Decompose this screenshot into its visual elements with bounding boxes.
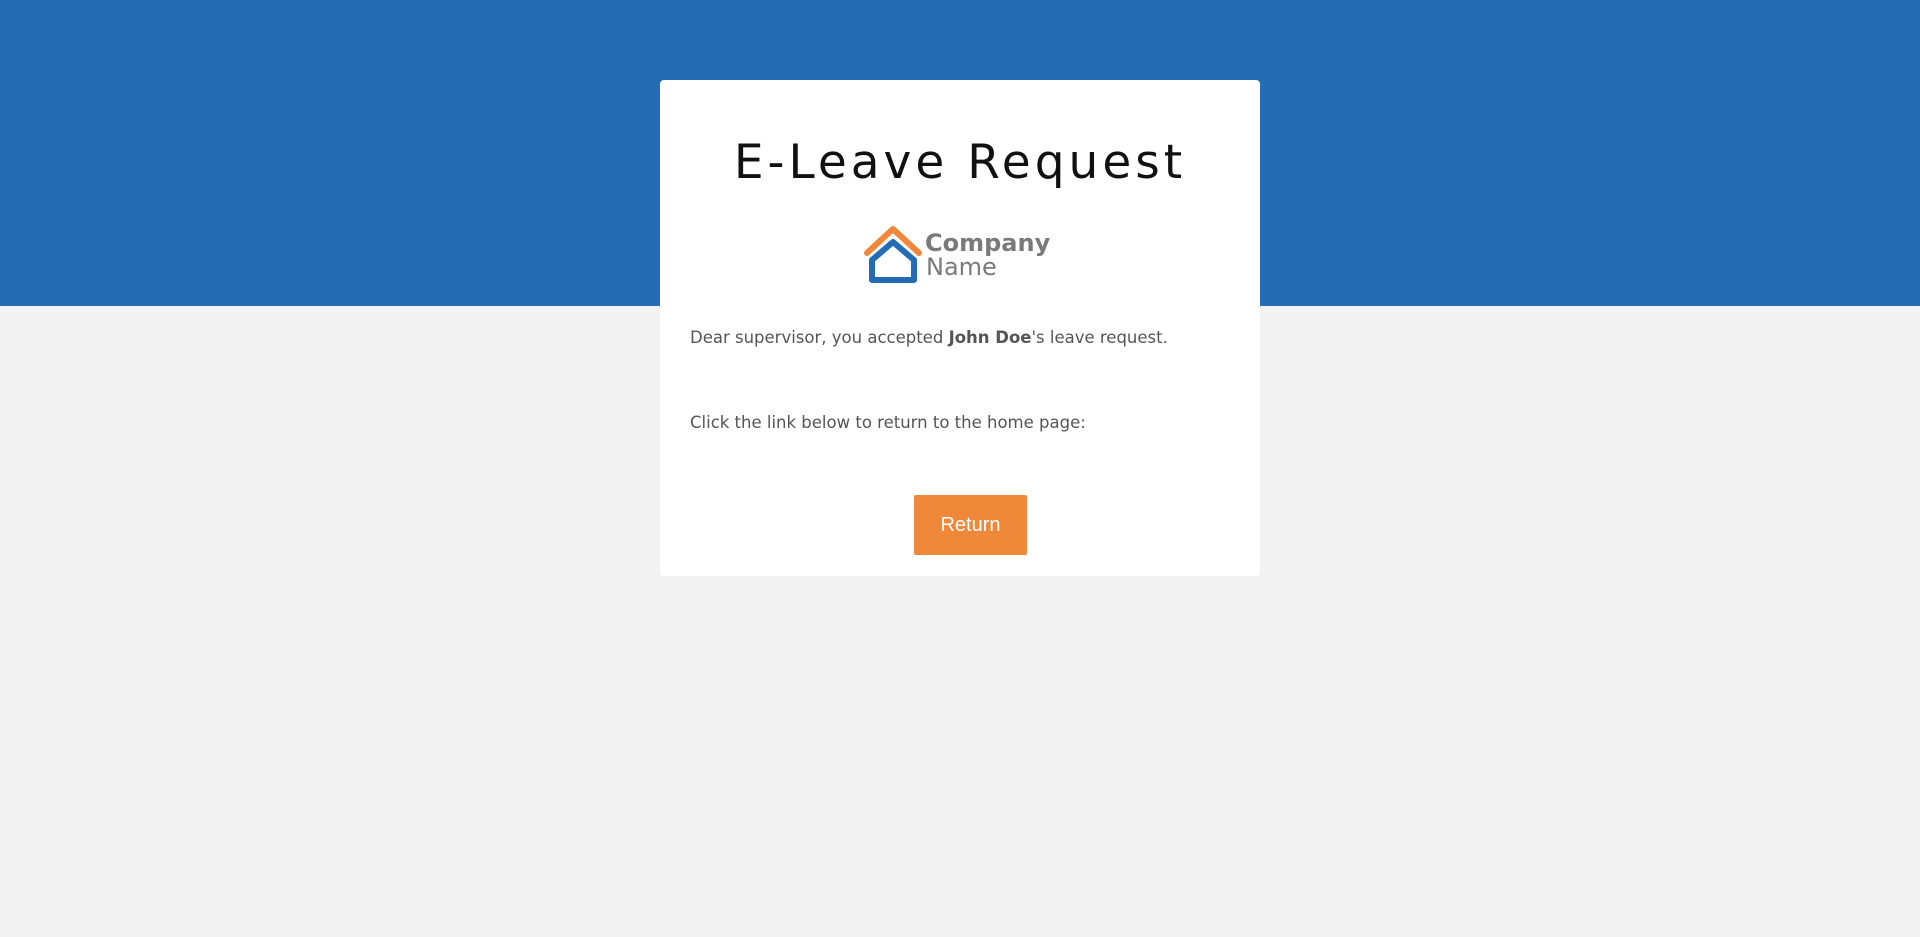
company-logo: Company Name (863, 225, 1063, 285)
employee-name: John Doe (948, 328, 1032, 347)
return-instruction: Click the link below to return to the ho… (690, 413, 1086, 432)
house-icon (864, 226, 922, 283)
page-title: E-Leave Request (733, 135, 1187, 190)
return-button[interactable]: Return (914, 495, 1027, 555)
message-suffix: 's leave request. (1031, 328, 1168, 347)
logo-text-company: Company (925, 229, 1051, 257)
message-prefix: Dear supervisor, you accepted (690, 328, 949, 347)
acceptance-message: Dear supervisor, you accepted John Doe's… (690, 327, 1168, 348)
confirmation-card: E-Leave Request Company Name Dear superv… (660, 80, 1260, 576)
logo-text-name: Name (926, 253, 997, 281)
